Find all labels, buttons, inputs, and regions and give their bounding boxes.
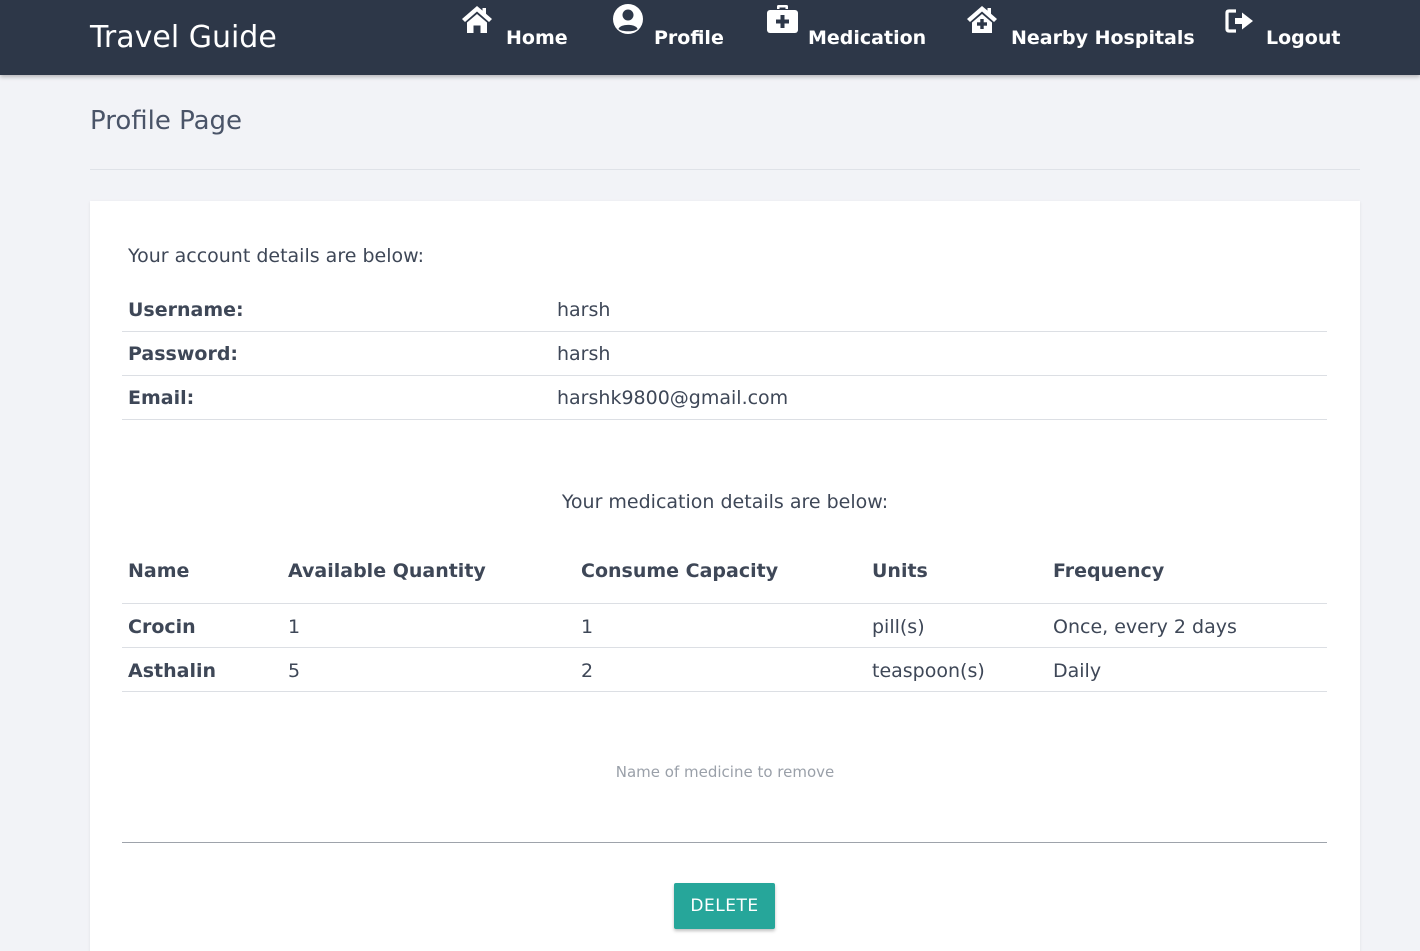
account-row-email: Email: harshk9800@gmail.com: [122, 376, 1327, 420]
home-icon: [462, 6, 492, 33]
medication-intro: Your medication details are below:: [561, 491, 889, 513]
nav-nearby-hospitals-label: Nearby Hospitals: [1011, 27, 1195, 49]
page-title: Profile Page: [90, 106, 243, 136]
sign-out-icon: [1225, 9, 1253, 33]
units: teaspoon(s): [872, 660, 985, 682]
table-row: Crocin 1 1 pill(s) Once, every 2 days: [122, 604, 1327, 648]
available-quantity: 5: [288, 660, 301, 682]
nav-home[interactable]: Home: [460, 0, 570, 75]
column-header: Frequency: [1053, 560, 1165, 582]
nav-medication[interactable]: Medication: [766, 0, 926, 75]
brand-title[interactable]: Travel Guide: [90, 20, 277, 55]
nav-nearby-hospitals[interactable]: Nearby Hospitals: [965, 0, 1195, 75]
medication-table: Name Available Quantity Consume Capacity…: [122, 542, 1327, 692]
frequency: Daily: [1053, 660, 1102, 682]
top-navbar: Travel Guide Home Profile Medication Nea…: [0, 0, 1420, 75]
title-divider: [90, 169, 1360, 170]
nav-profile[interactable]: Profile: [612, 0, 724, 75]
frequency: Once, every 2 days: [1053, 616, 1237, 638]
medicine-name: Asthalin: [128, 660, 216, 682]
column-header: Units: [872, 560, 928, 582]
profile-card: Your account details are below: Username…: [90, 201, 1360, 951]
clinic-icon: [967, 6, 997, 33]
account-value: harsh: [557, 299, 611, 321]
delete-button[interactable]: DELETE: [674, 883, 775, 929]
account-intro: Your account details are below:: [128, 245, 424, 267]
medicine-name: Crocin: [128, 616, 196, 638]
nav-logout-label: Logout: [1266, 27, 1341, 49]
account-label: Password:: [128, 343, 239, 365]
column-header: Name: [128, 560, 190, 582]
consume-capacity: 2: [581, 660, 594, 682]
nav-profile-label: Profile: [654, 27, 724, 49]
table-header-row: Name Available Quantity Consume Capacity…: [122, 542, 1327, 604]
consume-capacity: 1: [581, 616, 594, 638]
column-header: Consume Capacity: [581, 560, 779, 582]
account-value: harshk9800@gmail.com: [557, 387, 789, 409]
nav-medication-label: Medication: [808, 27, 927, 49]
account-value: harsh: [557, 343, 611, 365]
account-row-username: Username: harsh: [122, 288, 1327, 332]
user-circle-icon: [613, 4, 643, 34]
account-table: Username: harsh Password: harsh Email: h…: [122, 288, 1327, 420]
nav-home-label: Home: [506, 27, 568, 49]
column-header: Available Quantity: [288, 560, 486, 582]
units: pill(s): [872, 616, 925, 638]
available-quantity: 1: [288, 616, 301, 638]
medkit-icon: [767, 5, 798, 33]
nav-logout[interactable]: Logout: [1224, 0, 1341, 75]
account-label: Username:: [128, 299, 244, 321]
account-row-password: Password: harsh: [122, 332, 1327, 376]
remove-medicine-input[interactable]: [122, 741, 1327, 843]
table-row: Asthalin 5 2 teaspoon(s) Daily: [122, 648, 1327, 692]
account-label: Email:: [128, 387, 195, 409]
